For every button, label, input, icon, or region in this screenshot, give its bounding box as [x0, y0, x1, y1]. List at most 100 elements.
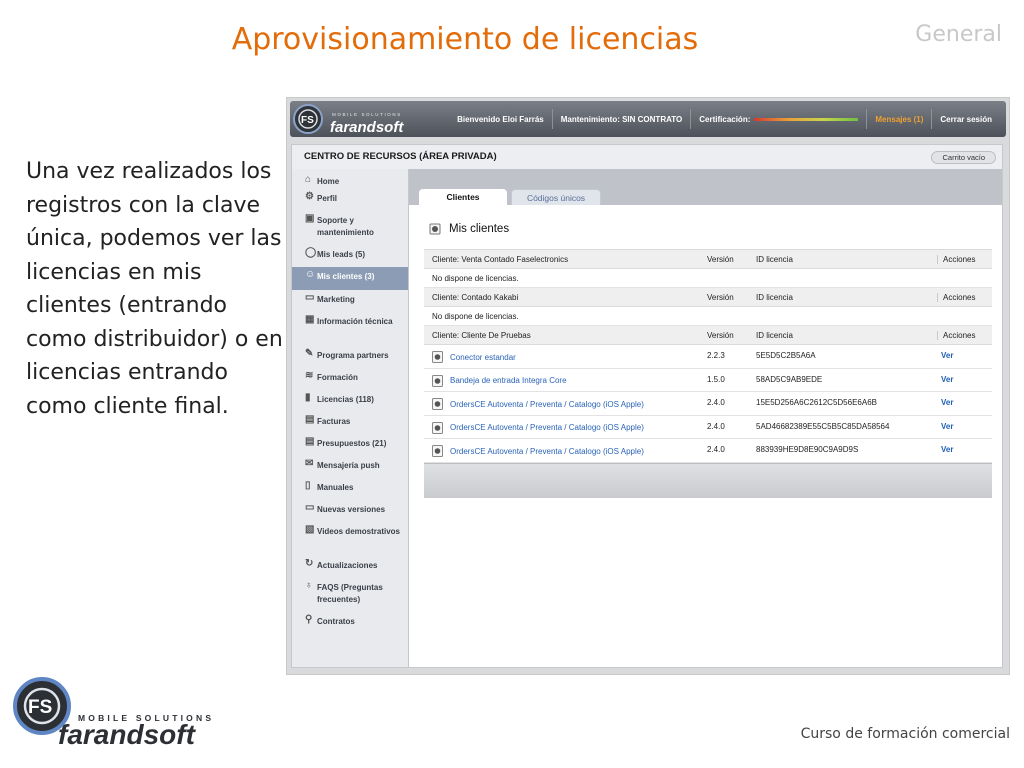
sidebar-item[interactable]: ▤ Presupuestos (21) — [292, 434, 408, 456]
sidebar-item[interactable]: ▣ Soporte y mantenimiento — [292, 211, 408, 245]
sidebar-item[interactable]: ↻ Actualizaciones — [292, 556, 408, 578]
sidebar-item-label: Información técnica — [317, 317, 393, 326]
cart-button[interactable]: Carrito vacío — [931, 151, 996, 164]
license-version: 2.4.0 — [707, 398, 725, 407]
view-license-link[interactable]: Ver — [941, 445, 953, 454]
wrench-icon: ⚲ — [305, 614, 313, 625]
phone-icon: ▮ — [305, 392, 311, 403]
product-icon — [432, 351, 443, 363]
section-title: Mis clientes — [429, 223, 509, 235]
sidebar-item-label: Mis clientes (3) — [317, 272, 375, 281]
sidebar-item[interactable]: ▧ Videos demostrativos — [292, 522, 408, 556]
column-header-version: Versión — [707, 331, 734, 340]
sidebar-item-label: FAQS (Preguntas frecuentes) — [317, 583, 383, 604]
logo-tagline: MOBILE SOLUTIONS — [332, 112, 402, 117]
column-header-actions: Acciones — [937, 255, 975, 264]
column-header-version: Versión — [707, 255, 734, 264]
sidebar-item[interactable]: ≋ Formación — [292, 368, 408, 390]
view-license-link[interactable]: Ver — [941, 351, 953, 360]
sidebar-item-label: Facturas — [317, 417, 351, 426]
license-id: 5E5D5C2B5A6A — [756, 351, 816, 360]
sidebar-item[interactable]: ▦ Información técnica — [292, 312, 408, 346]
sidebar-item-label: Mis leads (5) — [317, 250, 366, 259]
no-licenses-text: No dispone de licencias. — [432, 274, 519, 283]
license-id: 5AD46682389E55C5B5C85DA58564 — [756, 421, 890, 431]
view-license-link[interactable]: Ver — [941, 398, 953, 407]
footer-logo-wordmark: farandsoft — [58, 719, 197, 748]
home-icon: ⌂ — [305, 174, 312, 185]
sidebar-item-label: Soporte y mantenimiento — [317, 216, 374, 237]
sidebar-item[interactable]: ♁ FAQS (Preguntas frecuentes) — [292, 578, 408, 612]
license-id: 883939HE9D8E90C9A9D9S — [756, 445, 859, 454]
certification-status: Certificación: — [690, 109, 866, 129]
sidebar-item-label: Marketing — [317, 295, 355, 304]
column-header-actions: Acciones — [937, 293, 975, 302]
sidebar: ⌂ Home ⚙ Perfil ▣ Soporte y mantenimiento ◯ Mis… — [292, 169, 409, 667]
client-group-header: Cliente: Venta Contado Faselectronics Ver… — [424, 249, 992, 269]
sidebar-item-label: Programa partners — [317, 351, 389, 360]
app-window: CENTRO DE RECURSOS (ÁREA PRIVADA) Carrit… — [291, 144, 1003, 668]
main-content: Clientes Códigos únicos Mis clientes Cli… — [409, 169, 1002, 667]
users-icon: ☺ — [305, 269, 316, 280]
tab-codigos-unicos[interactable]: Códigos únicos — [511, 189, 601, 205]
sidebar-item-label: Home — [317, 177, 340, 186]
envelope-icon: ✉ — [305, 458, 314, 469]
view-license-link[interactable]: Ver — [941, 375, 953, 384]
sidebar-item-label: Actualizaciones — [317, 561, 378, 570]
license-version: 2.4.0 — [707, 421, 725, 431]
sidebar-item[interactable]: ◯ Mis leads (5) — [292, 245, 408, 267]
no-licenses-text: No dispone de licencias. — [432, 312, 519, 321]
portal-screenshot: FS MOBILE SOLUTIONS farandsoft Bienvenid… — [286, 97, 1010, 675]
product-link[interactable]: OrdersCE Autoventa / Preventa / Catalogo… — [432, 398, 644, 410]
sidebar-item[interactable]: ☺ Mis clientes (3) — [292, 267, 408, 290]
slide-footer: Curso de formación comercial — [800, 726, 1010, 742]
sidebar-item[interactable]: ⚙ Perfil — [292, 189, 408, 211]
sidebar-item[interactable]: ▯ Manuales — [292, 478, 408, 500]
top-bar-items: Bienvenido Eloi Farrás Mantenimiento: SI… — [449, 101, 1000, 137]
column-header-version: Versión — [707, 293, 734, 302]
logout-link[interactable]: Cerrar sesión — [931, 109, 1000, 129]
footer-farandsoft-logo: FS MOBILE SOLUTIONS farandsoft — [13, 677, 211, 748]
sidebar-item[interactable]: ✎ Programa partners — [292, 346, 408, 368]
maintenance-status: Mantenimiento: SIN CONTRATO — [551, 109, 690, 129]
client-name: Cliente: Venta Contado Faselectronics — [432, 255, 569, 264]
sidebar-item-label: Mensajería push — [317, 461, 380, 470]
view-license-link[interactable]: Ver — [941, 422, 953, 431]
sidebar-item[interactable]: ▤ Facturas — [292, 412, 408, 434]
product-name: OrdersCE Autoventa / Preventa / Catalogo… — [450, 423, 644, 432]
video-icon: ▧ — [305, 524, 315, 535]
sidebar-item[interactable]: ⌂ Home — [292, 169, 408, 189]
license-version: 2.2.3 — [707, 351, 725, 360]
top-bar: FS MOBILE SOLUTIONS farandsoft Bienvenid… — [290, 101, 1006, 137]
certification-label: Certificación: — [699, 114, 751, 124]
license-row: Bandeja de entrada Integra Core 1.5.0 58AD… — [424, 369, 992, 392]
product-icon — [429, 223, 441, 235]
sidebar-item[interactable]: ✉ Mensajería push — [292, 456, 408, 478]
product-link[interactable]: OrdersCE Autoventa / Preventa / Catalogo… — [432, 421, 644, 434]
sidebar-item[interactable]: ▭ Nuevas versiones — [292, 500, 408, 522]
logo-wordmark: farandsoft — [330, 119, 404, 136]
client-group-header: Cliente: Cliente De Pruebas Versión ID lic… — [424, 326, 992, 345]
product-icon — [432, 374, 443, 387]
no-licenses-row: No dispone de licencias. — [424, 269, 992, 288]
product-name: OrdersCE Autoventa / Preventa / Catalogo… — [450, 446, 644, 456]
slide-tag: General — [915, 22, 1002, 47]
sidebar-item-label: Videos demostrativos — [317, 527, 400, 536]
farandsoft-logo: FS MOBILE SOLUTIONS farandsoft — [293, 104, 404, 136]
certification-bar — [754, 117, 859, 121]
product-link[interactable]: Conector estandar — [432, 351, 516, 363]
product-link[interactable]: Bandeja de entrada Integra Core — [432, 374, 567, 387]
product-icon — [432, 421, 443, 434]
product-icon — [432, 445, 443, 457]
sidebar-item-label: Presupuestos (21) — [317, 439, 387, 448]
sidebar-item[interactable]: ▮ Licencias (118) — [292, 390, 408, 412]
sidebar-item[interactable]: ▭ Marketing — [292, 290, 408, 312]
product-name: Conector estandar — [450, 352, 516, 362]
messages-link[interactable]: Mensajes (1) — [866, 109, 931, 129]
product-link[interactable]: OrdersCE Autoventa / Preventa / Catalogo… — [432, 445, 644, 457]
sidebar-item[interactable]: ⚲ Contratos — [292, 612, 408, 634]
pencil-icon: ✎ — [305, 348, 314, 359]
footer-logo-mark: FS — [28, 697, 52, 718]
tab-clientes[interactable]: Clientes — [419, 189, 507, 205]
license-row: OrdersCE Autoventa / Preventa / Catalogo… — [424, 416, 992, 439]
